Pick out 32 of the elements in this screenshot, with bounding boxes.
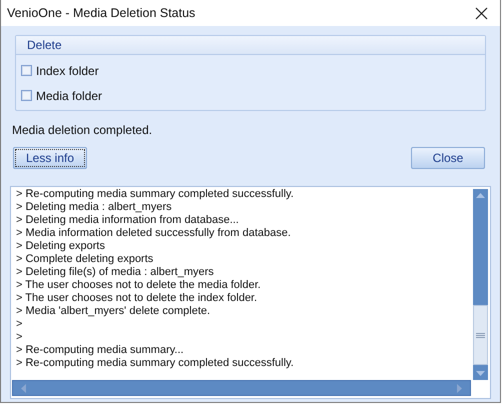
log-line: > Media 'albert_myers' delete complete. [16, 305, 212, 318]
scroll-thumb[interactable] [473, 305, 488, 365]
less-info-button[interactable]: Less info [13, 147, 87, 169]
horizontal-scrollbar[interactable] [12, 380, 471, 396]
log-line: > Re-computing media summary... [16, 344, 185, 357]
close-icon[interactable] [475, 6, 488, 20]
log-line: > [16, 331, 24, 344]
log-line: > Media information deleted successfully from database. [16, 227, 292, 240]
scroll-down-icon[interactable] [476, 371, 485, 376]
close-button[interactable]: Close [411, 147, 485, 169]
log-line: > Deleting exports [16, 240, 106, 253]
checkbox-label: Media folder [36, 88, 102, 102]
scroll-up-icon[interactable] [476, 193, 485, 198]
log-line: > Re-computing media summary completed successfully. [16, 357, 295, 370]
checkbox-label: Index folder [36, 64, 99, 78]
log-line: > Deleting media : albert_myers [16, 201, 173, 214]
log-line: > The user chooses not to delete the media folder. [16, 279, 262, 292]
checkbox[interactable] [21, 65, 32, 76]
group-title: Delete [27, 38, 62, 52]
grip-icon [476, 332, 485, 338]
scroll-left-icon[interactable] [21, 384, 26, 392]
scroll-right-icon[interactable] [457, 384, 462, 392]
log-line: > Deleting media information from database... [16, 214, 240, 227]
log-line: > [16, 318, 24, 331]
checkbox[interactable] [21, 90, 32, 101]
log-line: > Re-computing media summary completed successfully. [16, 188, 295, 201]
status-message: Media deletion completed. [12, 123, 154, 137]
log-line: > Deleting file(s) of media : albert_myers [16, 266, 215, 279]
log-line: > Complete deleting exports [16, 253, 154, 266]
vertical-scrollbar[interactable] [473, 189, 488, 380]
log-line: > The user chooses not to delete the index folder. [16, 292, 258, 305]
window-title: VenioOne - Media Deletion Status [7, 6, 196, 20]
